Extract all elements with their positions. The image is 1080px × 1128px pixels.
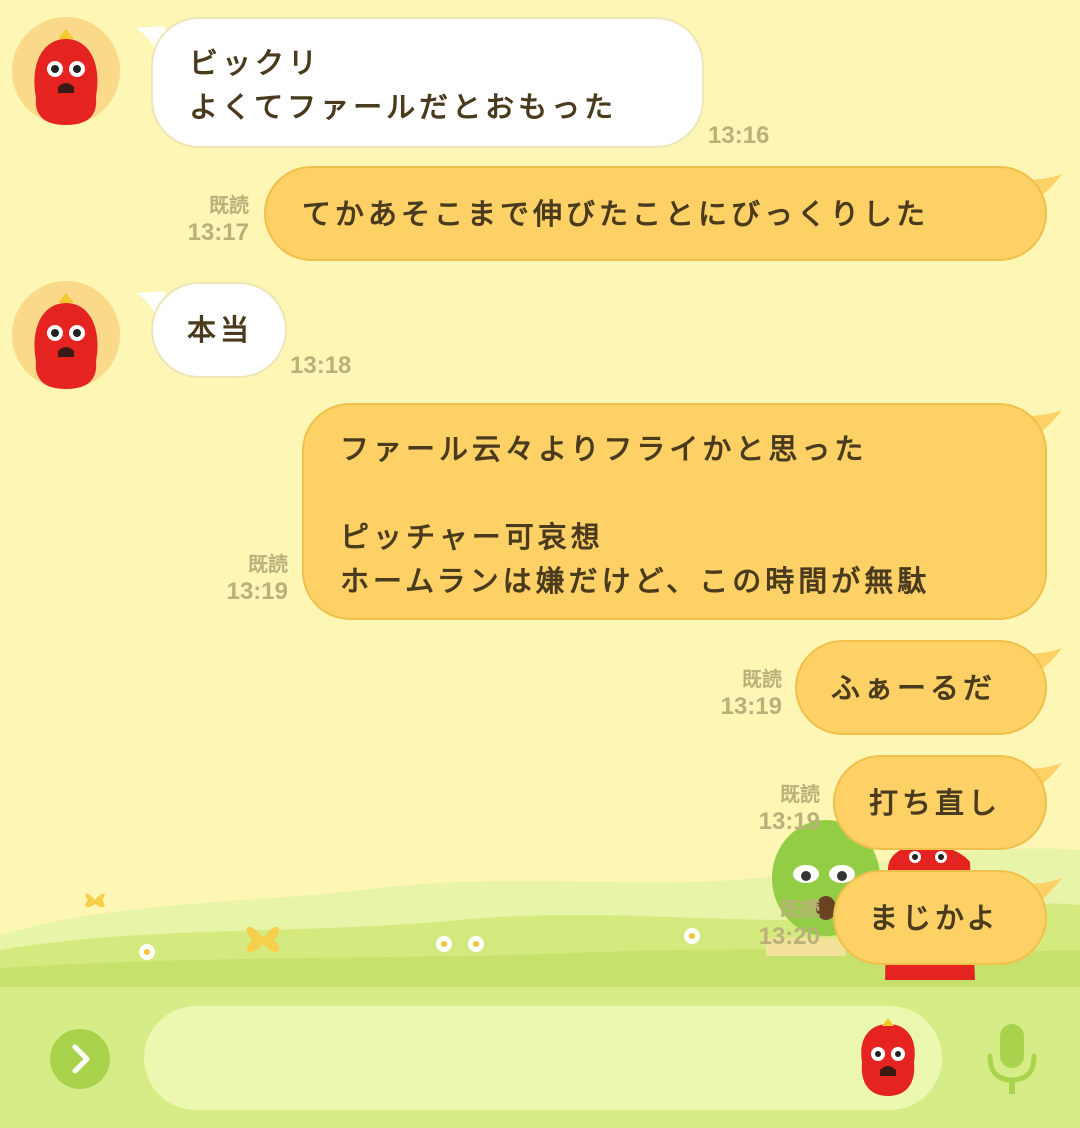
message-time: 13:20 (758, 923, 820, 950)
message-input[interactable] (144, 1006, 942, 1110)
message-meta: 既読 13:19 (190, 553, 288, 607)
message-bubble-outgoing[interactable]: ふぁーるだ (795, 640, 1047, 735)
message-bubble-outgoing[interactable]: ファール云々よりフライかと思った ピッチャー可哀想 ホームランは嫌だけど、この時… (302, 403, 1047, 620)
message-meta: 既読 13:17 (150, 194, 249, 248)
flower-icon (468, 936, 484, 952)
read-receipt: 既読 (780, 784, 820, 806)
message-time: 13:18 (290, 352, 352, 379)
message-meta: 既読 13:20 (730, 898, 820, 952)
read-receipt: 既読 (780, 899, 820, 921)
message-bubble-outgoing[interactable]: てかあそこまで伸びたことにびっくりした (264, 166, 1047, 261)
read-receipt: 既読 (742, 669, 782, 691)
message-bubble-incoming[interactable]: ビックリ よくてファールだとおもった (151, 17, 704, 148)
message-bubble-outgoing[interactable]: まじかよ (833, 870, 1047, 965)
message-time: 13:19 (758, 808, 820, 835)
message-time: 13:19 (720, 693, 782, 720)
message-meta: 既読 13:19 (690, 668, 782, 722)
avatar[interactable] (12, 281, 120, 389)
read-receipt: 既読 (248, 554, 288, 576)
chat-area[interactable]: ビックリ よくてファールだとおもった 13:16 既読 13:17 てかあそこま… (0, 0, 1080, 985)
flower-icon (139, 944, 155, 960)
message-time: 13:17 (187, 219, 249, 246)
message-time: 13:19 (226, 578, 288, 605)
message-meta: 既読 13:19 (730, 783, 820, 837)
message-time: 13:16 (708, 122, 770, 149)
flower-icon (684, 928, 700, 944)
sticker-icon[interactable] (856, 1018, 920, 1096)
butterfly-icon (85, 893, 105, 908)
flower-icon (436, 936, 452, 952)
divider (0, 985, 1080, 987)
avatar[interactable] (12, 17, 120, 125)
microphone-icon[interactable] (984, 1022, 1040, 1096)
message-bubble-outgoing[interactable]: 打ち直し (833, 755, 1047, 850)
expand-menu-button[interactable] (50, 1029, 110, 1089)
message-bubble-incoming[interactable]: 本当 (151, 282, 287, 378)
chevron-right-icon (72, 1044, 90, 1074)
read-receipt: 既読 (209, 195, 249, 217)
